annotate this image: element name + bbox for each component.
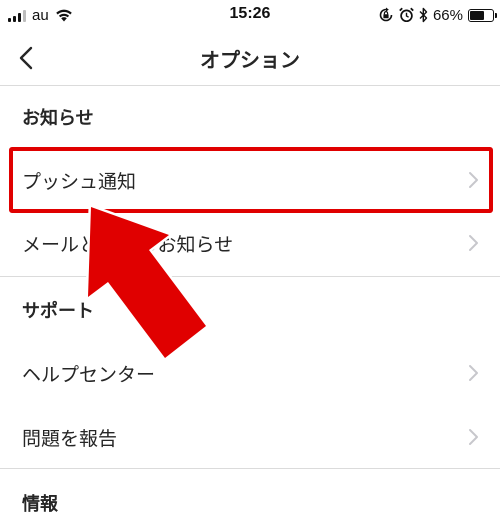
- page-title: オプション: [200, 48, 300, 72]
- rotation-lock-icon: [379, 7, 393, 22]
- row-email-sms-notifications[interactable]: メールとSMSのお知らせ: [0, 213, 500, 273]
- battery-percent: 66%: [432, 6, 463, 24]
- row-report-problem[interactable]: 問題を報告: [0, 407, 500, 467]
- row-label: 問題を報告: [22, 427, 118, 450]
- chevron-right-icon: [469, 429, 478, 445]
- section-header-info: 情報: [22, 494, 58, 515]
- battery-icon: [468, 8, 497, 22]
- section-header-notifications: お知らせ: [22, 108, 94, 129]
- section-divider: [0, 276, 500, 277]
- navigation-bar: オプション: [0, 30, 500, 86]
- row-label: ヘルプセンター: [22, 363, 156, 386]
- bluetooth-icon: [419, 7, 428, 23]
- annotation-highlight-box: [9, 147, 493, 213]
- chevron-right-icon: [469, 365, 478, 381]
- status-bar: au 15:26 66%: [0, 0, 500, 30]
- row-label: メールとSMSのお知らせ: [22, 233, 234, 256]
- row-help-center[interactable]: ヘルプセンター: [0, 343, 500, 403]
- section-divider: [0, 468, 500, 469]
- status-bar-right: 66%: [378, 6, 497, 24]
- alarm-icon: [399, 7, 414, 23]
- section-header-support: サポート: [22, 301, 94, 322]
- chevron-right-icon: [469, 235, 478, 251]
